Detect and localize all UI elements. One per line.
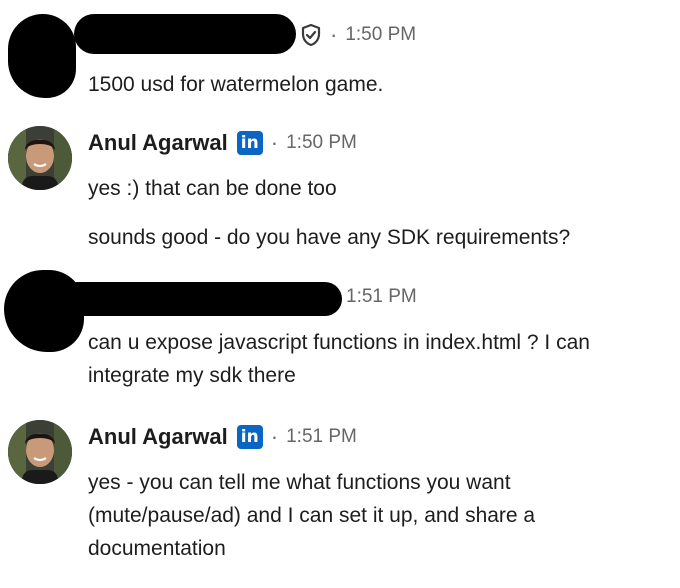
message-line: 1500 usd for watermelon game. [88, 73, 384, 96]
sender-name[interactable]: Anul Agarwal [88, 424, 228, 450]
message-time: 1:50 PM [286, 132, 357, 153]
message-meta: 1:51 PM [346, 286, 417, 308]
shield-check-icon [300, 23, 322, 47]
avatar-photo-icon [8, 126, 72, 190]
linkedin-badge-icon: in [236, 425, 263, 449]
message-line: can u expose javascript functions in ind… [88, 331, 590, 354]
separator-dot: · [270, 424, 279, 449]
message-text: 1500 usd for watermelon game. [88, 68, 383, 101]
message-time: 1:51 PM [346, 286, 417, 307]
message-time: 1:51 PM [286, 426, 357, 447]
avatar[interactable] [8, 420, 72, 484]
message-line: documentation [88, 537, 226, 560]
separator-dot: · [270, 130, 279, 155]
message-group-1: · 1:50 PM 1500 usd for watermelon game. [0, 0, 680, 110]
message-group-2: Anul Agarwal in · 1:50 PM yes :) that ca… [0, 110, 680, 270]
message-line: (mute/pause/ad) and I can set it up, and… [88, 504, 536, 527]
avatar-photo-icon [8, 420, 72, 484]
message-group-3: 1:51 PM can u expose javascript function… [0, 262, 680, 398]
message-meta: Anul Agarwal in · 1:51 PM [88, 424, 357, 450]
message-meta: · 1:50 PM [300, 22, 416, 48]
message-line: yes - you can tell me what functions you… [88, 471, 511, 494]
message-line: sounds good - do you have any SDK requir… [88, 226, 571, 249]
message-time: 1:50 PM [345, 24, 417, 45]
message-text: yes :) that can be done too [88, 172, 337, 205]
message-text: yes - you can tell me what functions you… [88, 466, 535, 565]
message-line: integrate my sdk there [88, 364, 296, 387]
message-text: sounds good - do you have any SDK requir… [88, 221, 570, 254]
message-line: yes :) that can be done too [88, 177, 337, 200]
sender-name-redacted[interactable] [74, 14, 296, 54]
message-meta: Anul Agarwal in · 1:50 PM [88, 130, 357, 156]
avatar[interactable] [8, 126, 72, 190]
message-text: can u expose javascript functions in ind… [88, 326, 590, 392]
message-group-4: Anul Agarwal in · 1:51 PM yes - you can … [0, 402, 680, 588]
sender-name-redacted[interactable] [60, 282, 342, 316]
separator-dot: · [330, 22, 338, 47]
avatar-redacted[interactable] [8, 14, 76, 98]
sender-name[interactable]: Anul Agarwal [88, 130, 228, 156]
linkedin-badge-icon: in [236, 131, 263, 155]
